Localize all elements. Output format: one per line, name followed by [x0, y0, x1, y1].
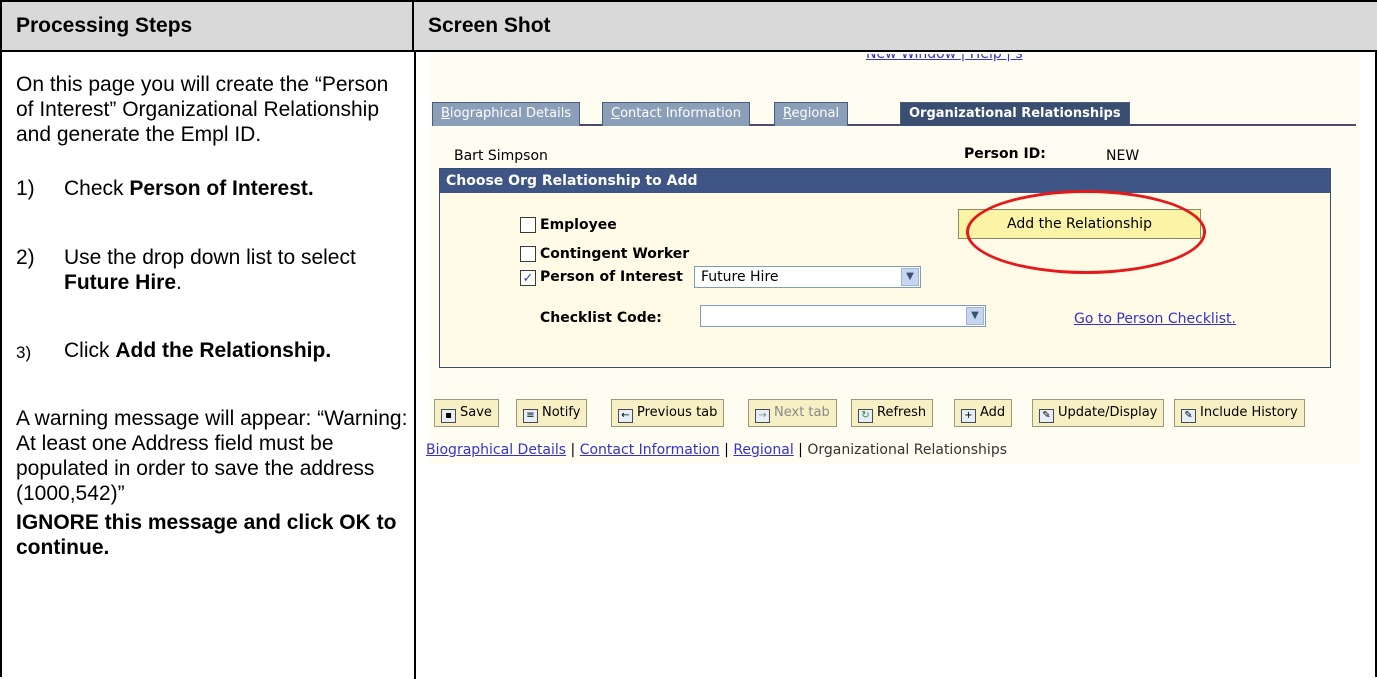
refresh-label: Refresh [877, 405, 927, 420]
header-screen-shot: Screen Shot [414, 2, 1377, 52]
tab-contact-information-key: C [611, 106, 621, 121]
employee-label: Employee [540, 217, 617, 233]
group-title: Choose Org Relationship to Add [440, 169, 1330, 193]
ignore-paragraph: IGNORE this message and click OK to cont… [16, 511, 397, 559]
warning-paragraph: A warning message will appear: “Warning:… [16, 407, 408, 505]
include-history-icon: ✎ [1181, 409, 1196, 423]
previous-tab-button[interactable]: ← Previous tab [611, 399, 725, 427]
previous-tab-icon: ← [618, 409, 633, 423]
step-1-number: 1) [16, 177, 35, 200]
step-2-text: Use the drop down list to select Future … [64, 245, 408, 295]
person-id-value: NEW [1106, 148, 1140, 164]
go-to-person-checklist-link[interactable]: Go to Person Checklist. [1074, 311, 1236, 327]
update-display-label: Update/Display [1058, 405, 1158, 420]
top-links[interactable]: New Window | Help | s [866, 54, 1023, 62]
bottom-links: Biographical Details | Contact Informati… [426, 442, 1007, 458]
next-tab-button[interactable]: → Next tab [748, 399, 837, 427]
person-id-label: Person ID: [964, 146, 1046, 162]
previous-tab-label: Previous tab [637, 405, 718, 420]
step-3-plain: Click [64, 339, 116, 362]
bottom-link-biographical[interactable]: Biographical Details [426, 442, 566, 458]
step-1-text: Check Person of Interest. [64, 176, 408, 201]
refresh-button[interactable]: ↻ Refresh [851, 399, 934, 427]
intro-paragraph: On this page you will create the “Person… [16, 73, 389, 146]
update-display-icon: ✎ [1039, 409, 1054, 423]
contingent-worker-checkbox[interactable] [520, 246, 536, 262]
add-icon: + [961, 409, 976, 423]
notify-button[interactable]: ≡ Notify [516, 399, 588, 427]
add-button[interactable]: + Add [954, 399, 1013, 427]
header-processing-steps: Processing Steps [2, 2, 414, 52]
person-name: Bart Simpson [454, 148, 548, 164]
tab-contact-information-label: ontact Information [620, 106, 741, 121]
tab-bar: Biographical Details Contact Information… [432, 102, 1356, 126]
add-label: Add [980, 405, 1006, 420]
top-links-clip: New Window | Help | s [866, 54, 1368, 68]
tab-biographical-details-label: iographical Details [449, 106, 572, 121]
tab-biographical-details[interactable]: Biographical Details [432, 102, 581, 126]
contingent-worker-label: Contingent Worker [540, 246, 690, 262]
step-1-bold: Person of Interest. [129, 177, 314, 200]
step-3-number: 3) [16, 343, 32, 362]
checklist-code-label: Checklist Code: [540, 310, 662, 326]
include-history-label: Include History [1200, 405, 1298, 420]
step-2-bold: Future Hire [64, 271, 177, 294]
step-2-plain: Use the drop down list to select [64, 246, 356, 269]
employee-checkbox[interactable] [520, 217, 536, 233]
bottom-link-regional[interactable]: Regional [733, 442, 793, 458]
bottom-sep-2: | [719, 442, 734, 458]
tab-regional-label: egional [791, 106, 840, 121]
bottom-link-contact[interactable]: Contact Information [580, 442, 720, 458]
person-of-interest-select-value: Future Hire [701, 269, 779, 285]
step-2-number: 2) [16, 246, 35, 269]
step-2-tail: . [176, 271, 182, 294]
tab-contact-information[interactable]: Contact Information [602, 102, 750, 126]
tab-organizational-relationships[interactable]: Organizational Relationships [900, 102, 1130, 126]
column-divider [414, 52, 416, 679]
save-button[interactable]: ▪ Save [434, 399, 499, 427]
step-3-bold: Add the Relationship. [115, 339, 332, 362]
save-icon: ▪ [441, 409, 456, 423]
highlight-ellipse [966, 190, 1206, 274]
person-of-interest-checkbox[interactable]: ✓ [520, 270, 536, 286]
save-label: Save [460, 405, 492, 420]
chevron-down-icon: ▼ [901, 268, 919, 286]
notify-icon: ≡ [523, 409, 538, 423]
peoplesoft-screenshot: New Window | Help | s Biographical Detai… [418, 54, 1377, 679]
refresh-icon: ↻ [858, 409, 873, 423]
tab-regional[interactable]: Regional [774, 102, 849, 126]
update-display-button[interactable]: ✎ Update/Display [1032, 399, 1165, 427]
bottom-link-organizational: Organizational Relationships [807, 442, 1008, 458]
document-table: Processing Steps Screen Shot On this pag… [0, 0, 1377, 679]
step-1-plain: Check [64, 177, 130, 200]
include-history-button[interactable]: ✎ Include History [1174, 399, 1305, 427]
notify-label: Notify [542, 405, 581, 420]
bottom-sep-3: | [793, 442, 808, 458]
person-of-interest-label: Person of Interest [540, 269, 683, 285]
next-tab-icon: → [755, 409, 770, 423]
chevron-down-icon: ▼ [966, 307, 984, 325]
next-tab-label: Next tab [774, 405, 830, 420]
step-3-text: Click Add the Relationship. [64, 338, 408, 363]
tab-biographical-details-key: B [441, 106, 450, 121]
checklist-code-select[interactable]: ▼ [700, 305, 986, 327]
person-of-interest-select[interactable]: Future Hire ▼ [694, 266, 921, 288]
bottom-sep-1: | [566, 442, 580, 458]
